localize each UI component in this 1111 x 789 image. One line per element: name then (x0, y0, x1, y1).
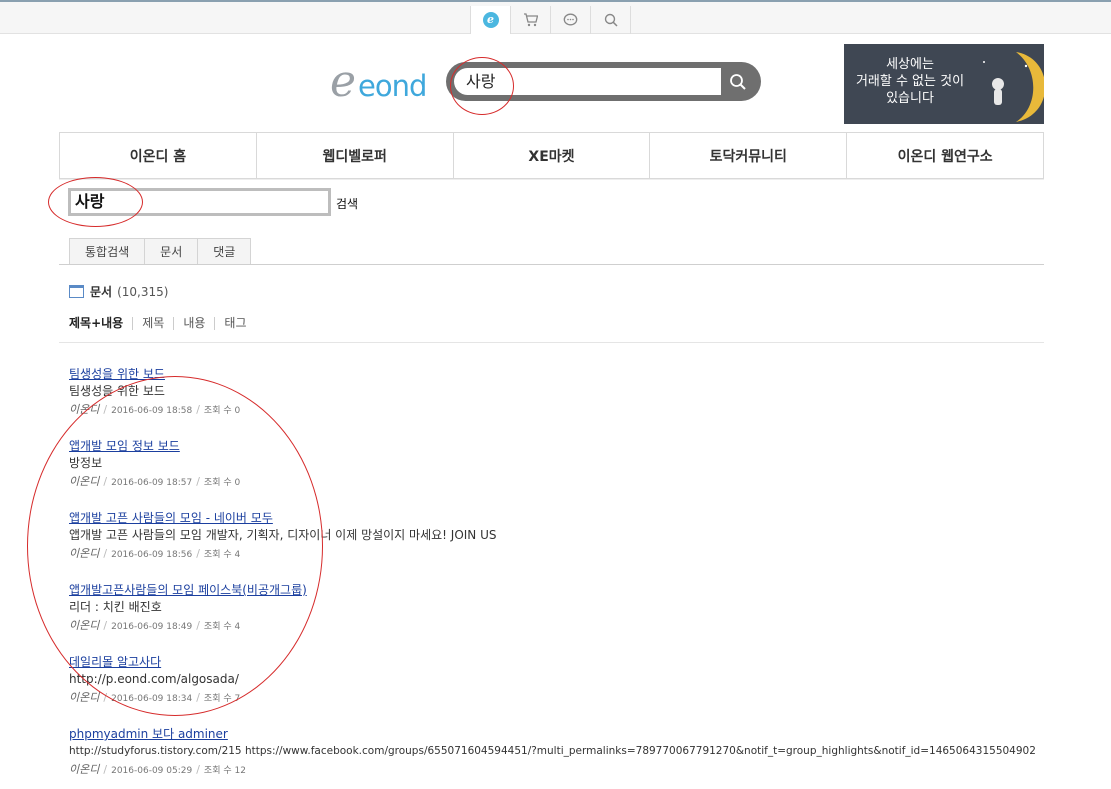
result-views: 조회 수 12 (203, 766, 246, 776)
search-tabs: 통합검색 문서 댓글 (69, 238, 252, 265)
result-author[interactable]: 이온디 (69, 691, 99, 704)
result-title-link[interactable]: 앱개발 모임 정보 보드 (69, 439, 1059, 455)
result-summary: 리더 : 치킨 배진호 (69, 600, 162, 614)
logo-text: eond (358, 69, 427, 103)
result-meta: 이온디/2016-06-09 18:34/조회 수 7 (69, 691, 241, 704)
result-summary: 방정보 (69, 456, 103, 470)
filter-title-content[interactable]: 제목+내용 (69, 317, 132, 330)
moon-illustration (983, 52, 1044, 122)
header-search: 사랑 (446, 62, 761, 101)
header-search-button[interactable] (726, 70, 750, 94)
list-item: 데일리몰 알고사다 http://p.eond.com/algosada/ 이온… (69, 655, 1059, 727)
result-views: 조회 수 0 (203, 406, 241, 416)
result-summary: 앱개발 고픈 사람들의 모임 개발자, 기획자, 디자이너 이제 망설이지 마세… (69, 528, 497, 542)
list-item: 앱개발고픈사람들의 모임 페이스북(비공개그룹) 리더 : 치킨 배진호 이온디… (69, 583, 1059, 655)
cart-icon[interactable] (511, 6, 551, 34)
result-date: 2016-06-09 18:58 (111, 406, 193, 416)
result-date: 2016-06-09 05:29 (111, 766, 193, 776)
result-title-link[interactable]: 앱개발 고픈 사람들의 모임 - 네이버 모두 (69, 511, 1059, 527)
result-summary: 팀생성을 위한 보드 (69, 384, 165, 398)
filter-content[interactable]: 내용 (173, 317, 214, 330)
result-title-link[interactable]: 데일리몰 알고사다 (69, 655, 1059, 671)
result-views: 조회 수 0 (203, 478, 241, 488)
banner-line: 세상에는 (886, 57, 934, 72)
result-date: 2016-06-09 18:57 (111, 478, 193, 488)
result-meta: 이온디/2016-06-09 18:58/조회 수 0 (69, 403, 241, 416)
result-author[interactable]: 이온디 (69, 619, 99, 632)
site-logo[interactable]: e eond (330, 56, 427, 107)
result-author[interactable]: 이온디 (69, 475, 99, 488)
search-target-filters: 제목+내용 제목 내용 태그 (69, 317, 256, 330)
result-meta: 이온디/2016-06-09 18:57/조회 수 0 (69, 475, 241, 488)
nav-item-web-developer[interactable]: 웹디벨로퍼 (257, 133, 454, 178)
nav-item-community[interactable]: 토닥커뮤니티 (650, 133, 848, 178)
logo-mark: e (330, 56, 357, 107)
result-title-link[interactable]: 팀생성을 위한 보드 (69, 367, 1059, 383)
result-meta: 이온디/2016-06-09 18:49/조회 수 4 (69, 619, 241, 632)
result-author[interactable]: 이온디 (69, 763, 99, 776)
filter-title[interactable]: 제목 (132, 317, 173, 330)
result-author[interactable]: 이온디 (69, 547, 99, 560)
ad-banner[interactable]: 세상에는 거래할 수 없는 것이 있습니다 (844, 44, 1044, 124)
list-item: phpmyadmin 보다 adminer http://studyforus.… (69, 727, 1059, 789)
document-icon (69, 285, 84, 298)
filter-divider (59, 342, 1044, 343)
result-date: 2016-06-09 18:34 (111, 694, 193, 704)
nav-item-web-lab[interactable]: 이온디 웹연구소 (847, 133, 1043, 178)
chat-icon[interactable] (551, 6, 591, 34)
result-summary: http://p.eond.com/algosada/ (69, 672, 239, 686)
nav-item-xe-market[interactable]: XE마켓 (454, 133, 651, 178)
result-views: 조회 수 4 (203, 622, 241, 632)
tab-comments[interactable]: 댓글 (198, 238, 252, 265)
result-title-link[interactable]: 앱개발고픈사람들의 모임 페이스북(비공개그룹) (69, 583, 1059, 599)
result-count: (10,315) (117, 284, 169, 299)
filter-tag[interactable]: 태그 (214, 317, 255, 330)
tab-divider (59, 264, 1044, 265)
tab-all[interactable]: 통합검색 (69, 238, 146, 265)
result-views: 조회 수 7 (203, 694, 241, 704)
section-label: 문서 (90, 285, 113, 299)
result-views: 조회 수 4 (203, 550, 241, 560)
result-date: 2016-06-09 18:56 (111, 550, 193, 560)
banner-line: 있습니다 (886, 91, 934, 106)
top-icon-group: e (470, 6, 631, 34)
tab-documents[interactable]: 문서 (145, 238, 199, 265)
list-item: 앱개발 모임 정보 보드 방정보 이온디/2016-06-09 18:57/조회… (69, 439, 1059, 511)
banner-line: 거래할 수 없는 것이 (855, 74, 965, 89)
result-author[interactable]: 이온디 (69, 403, 99, 416)
top-icon-bar: e (0, 0, 1111, 34)
section-heading: 문서 (10,315) (69, 283, 168, 300)
eond-icon[interactable]: e (471, 6, 511, 34)
list-item: 팀생성을 위한 보드 팀생성을 위한 보드 이온디/2016-06-09 18:… (69, 367, 1059, 439)
result-meta: 이온디/2016-06-09 05:29/조회 수 12 (69, 763, 246, 776)
search-input[interactable]: 사랑 (68, 188, 331, 216)
search-button[interactable]: 검색 (336, 195, 358, 212)
list-item: 앱개발 고픈 사람들의 모임 - 네이버 모두 앱개발 고픈 사람들의 모임 개… (69, 511, 1059, 583)
main-nav: 이온디 홈 웹디벨로퍼 XE마켓 토닥커뮤니티 이온디 웹연구소 (59, 132, 1044, 179)
banner-text: 세상에는 거래할 수 없는 것이 있습니다 (850, 56, 970, 107)
result-meta: 이온디/2016-06-09 18:56/조회 수 4 (69, 547, 241, 560)
result-list: 팀생성을 위한 보드 팀생성을 위한 보드 이온디/2016-06-09 18:… (69, 367, 1059, 789)
header-search-input[interactable]: 사랑 (454, 68, 721, 95)
result-summary: http://studyforus.tistory.com/215 https:… (69, 745, 1036, 757)
nav-item-home[interactable]: 이온디 홈 (60, 133, 257, 178)
search-icon[interactable] (591, 6, 631, 34)
result-date: 2016-06-09 18:49 (111, 622, 193, 632)
search-icon (730, 74, 746, 90)
result-title-link[interactable]: phpmyadmin 보다 adminer (69, 727, 1059, 743)
